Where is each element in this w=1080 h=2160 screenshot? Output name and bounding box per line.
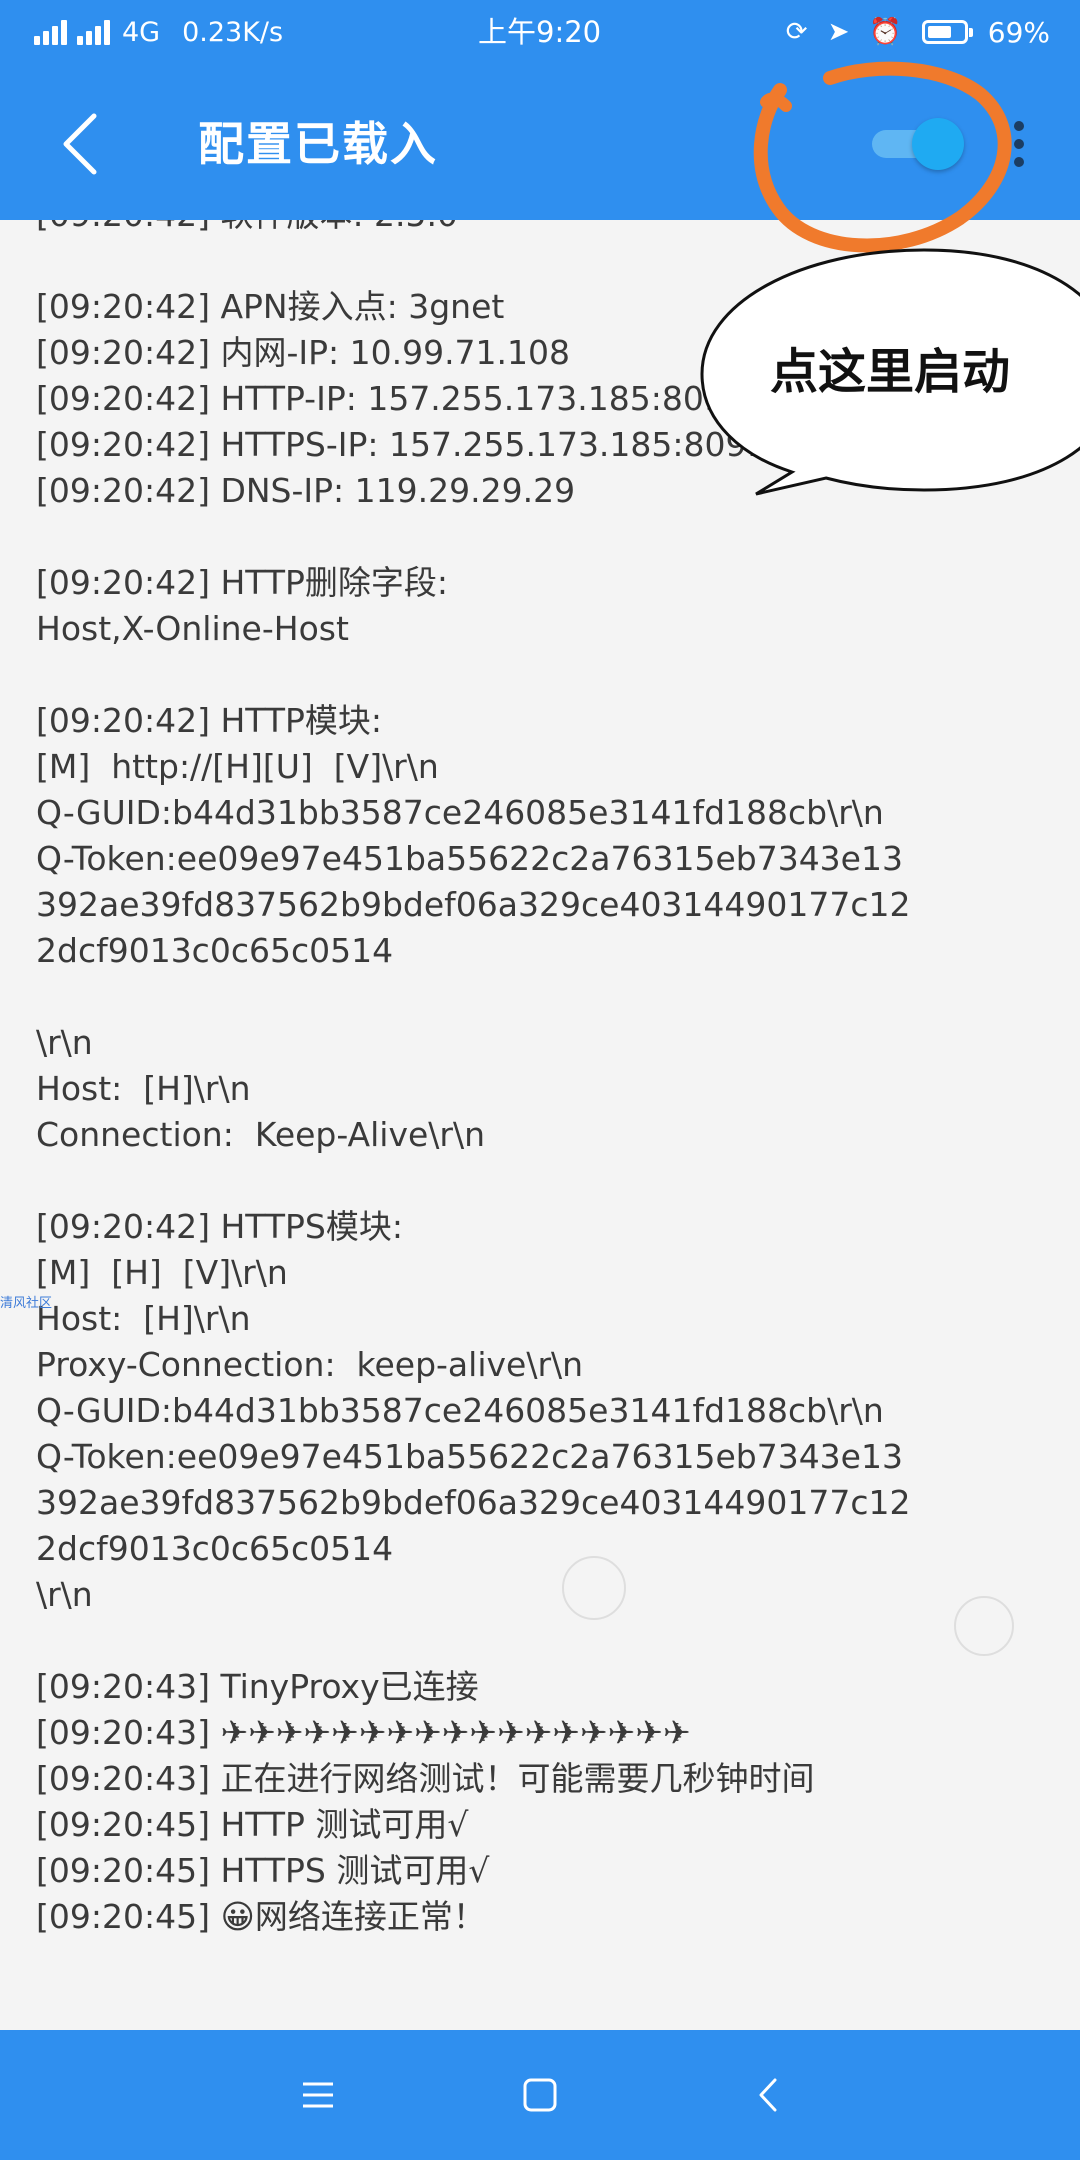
log-list: [09:20:42] 软件版本: 2.5.0 [09:20:42] APN接入点:…	[36, 220, 1066, 1940]
log-line: [09:20:43] TinyProxy已连接	[36, 1667, 479, 1706]
status-bar: 4G 0.23K/s 上午9:20 ⟳ ➤ ⏰ 69%	[0, 0, 1080, 64]
log-line: [09:20:43] 正在进行网络测试！可能需要几秒钟时间	[36, 1759, 815, 1798]
more-vertical-icon-dot	[1014, 121, 1024, 131]
log-line: [09:20:45] HTTPS 测试可用√	[36, 1851, 490, 1890]
log-line: [09:20:42] 软件版本: 2.5.0	[36, 220, 1066, 238]
log-line: [09:20:42] HTTP模块:	[36, 701, 383, 740]
log-line: [09:20:43] ✈✈✈✈✈✈✈✈✈✈✈✈✈✈✈✈✈	[36, 1713, 691, 1752]
log-blank-line	[36, 974, 1066, 1020]
log-line: [M] http://[H][U] [V]\r\n	[36, 747, 439, 786]
log-line: [M] [H] [V]\r\n	[36, 1253, 288, 1292]
status-time: 上午9:20	[478, 15, 602, 49]
log-line: [09:20:42] HTTPS-IP: 157.255.173.185:809…	[36, 425, 768, 464]
nav-menu-button[interactable]	[288, 2065, 348, 2125]
log-blank-line	[36, 514, 1066, 560]
log-line: [09:20:42] HTTPS模块:	[36, 1207, 403, 1246]
nav-back-button[interactable]	[738, 2065, 798, 2125]
square-icon	[523, 2078, 557, 2112]
watermark: 清风社区	[0, 1296, 53, 1311]
toggle-knob	[912, 118, 964, 170]
log-line: Q-Token:ee09e97e451ba55622c2a76315eb7343…	[36, 839, 903, 878]
log-blank-line	[36, 238, 1066, 284]
log-line: 392ae39fd837562b9bdef06a329ce40314490177…	[36, 1483, 911, 1522]
log-blank-line	[36, 1618, 1066, 1664]
log-line: [09:20:42] APN接入点: 3gnet	[36, 287, 505, 326]
log-line: Proxy-Connection: keep-alive\r\n	[36, 1345, 584, 1384]
log-blank-line	[36, 1158, 1066, 1204]
log-line: \r\n	[36, 1023, 93, 1062]
log-line: Q-GUID:b44d31bb3587ce246085e3141fd188cb\…	[36, 793, 884, 832]
log-line: Host,X-Online-Host	[36, 609, 349, 648]
chevron-left-icon	[759, 2078, 777, 2112]
back-button[interactable]	[50, 104, 110, 184]
log-scroll-area[interactable]: [09:20:42] 软件版本: 2.5.0 [09:20:42] APN接入点:…	[0, 220, 1080, 2030]
log-line: Connection: Keep-Alive\r\n	[36, 1115, 486, 1154]
location-icon: ➤	[827, 17, 850, 47]
alarm-icon: ⏰	[869, 17, 902, 47]
log-line: 2dcf9013c0c65c0514	[36, 1529, 394, 1568]
log-line: [09:20:42] HTTP删除字段:	[36, 563, 449, 602]
battery-icon	[921, 20, 973, 44]
navigation-bar	[0, 2030, 1080, 2160]
network-speed: 0.23K/s	[182, 16, 284, 48]
battery-fill	[927, 26, 952, 38]
faint-circle-decoration	[562, 1556, 626, 1620]
nav-home-button[interactable]	[510, 2065, 570, 2125]
log-blank-line	[36, 652, 1066, 698]
log-line: [09:20:45] HTTP 测试可用√	[36, 1805, 469, 1844]
log-line: 392ae39fd837562b9bdef06a329ce40314490177…	[36, 885, 911, 924]
signal-icon-sim1	[34, 19, 67, 45]
status-right: ⟳ ➤ ⏰ 69%	[786, 14, 1050, 50]
battery-percent: 69%	[987, 15, 1050, 49]
log-line: [09:20:42] DNS-IP: 119.29.29.29	[36, 471, 576, 510]
bubble-text: 点这里启动	[770, 344, 1011, 400]
menu-icon	[303, 2082, 333, 2108]
log-line: [09:20:45] 😀网络连接正常！	[36, 1897, 486, 1936]
app-bar: 配置已载入	[0, 64, 1080, 220]
page-title: 配置已载入	[198, 117, 438, 171]
log-line: \r\n	[36, 1575, 93, 1614]
proxy-toggle-switch[interactable]	[868, 116, 964, 170]
log-line: Q-Token:ee09e97e451ba55622c2a76315eb7343…	[36, 1437, 903, 1476]
log-line: Host: [H]\r\n	[36, 1299, 251, 1338]
signal-icon-sim2	[77, 19, 110, 45]
log-line: Q-GUID:b44d31bb3587ce246085e3141fd188cb\…	[36, 1391, 884, 1430]
log-line: 2dcf9013c0c65c0514	[36, 931, 394, 970]
more-options-button[interactable]	[1004, 114, 1034, 174]
log-line: Host: [H]\r\n	[36, 1069, 251, 1108]
chevron-left-icon	[63, 113, 97, 175]
status-left: 4G 0.23K/s	[34, 14, 283, 50]
more-vertical-icon-dot	[1014, 139, 1024, 149]
rotation-lock-icon: ⟳	[785, 17, 808, 47]
faint-circle-decoration	[954, 1596, 1014, 1656]
network-type: 4G	[122, 16, 161, 48]
more-vertical-icon-dot	[1014, 157, 1024, 167]
